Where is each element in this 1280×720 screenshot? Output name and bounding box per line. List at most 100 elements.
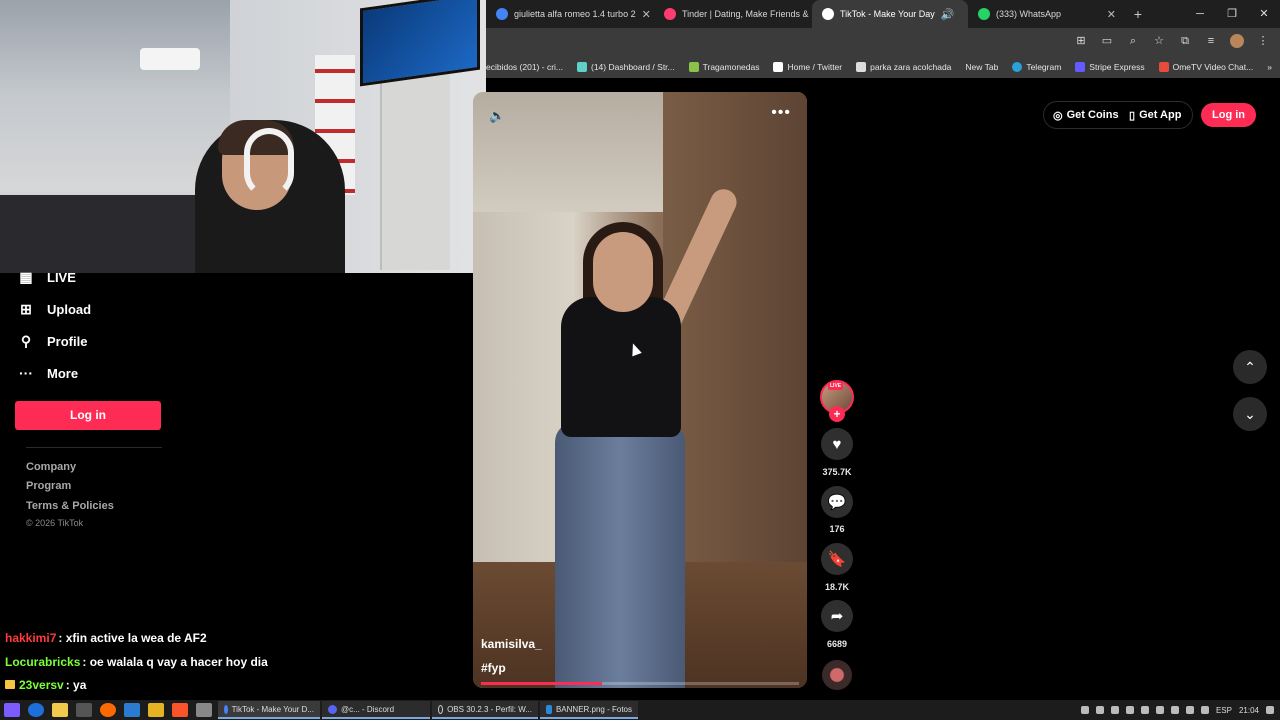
bookmark-item[interactable]: Tragamonedas	[688, 62, 759, 72]
whatsapp-icon	[978, 8, 990, 20]
close-tab-icon[interactable]: ✕	[1107, 8, 1116, 21]
tab-tiktok[interactable]: TikTok - Make Your Day 🔊 ✕	[812, 0, 968, 28]
close-tab-icon[interactable]: ✕	[642, 8, 651, 21]
extensions-icon[interactable]: ⧉	[1178, 34, 1192, 48]
explorer-icon[interactable]	[52, 703, 68, 717]
edge-icon[interactable]	[28, 703, 44, 717]
footer-link-company[interactable]: Company	[26, 461, 76, 473]
chat-message: 23versv: ya	[5, 678, 86, 692]
profile-icon: ⚲	[20, 332, 32, 349]
share-button[interactable]: ➦	[821, 600, 853, 632]
bookmark-star-icon[interactable]: ☆	[1152, 34, 1166, 48]
taskbar-app-tiktok[interactable]: TikTok - Make Your D...	[218, 701, 320, 719]
sidebar-item-profile[interactable]: ⚲ Profile	[18, 332, 88, 349]
comment-button[interactable]: 💬	[821, 486, 853, 518]
taskbar-app-obs[interactable]: OBS 30.2.3 - Perfil: W...	[432, 701, 538, 719]
save-button[interactable]: 🔖	[821, 543, 853, 575]
sidebar-item-live[interactable]: ▦ LIVE	[18, 269, 76, 285]
coin-icon: ◎	[1053, 109, 1063, 122]
bookmark-item[interactable]: parka zara acolchada	[856, 62, 951, 72]
mic-icon[interactable]	[1125, 706, 1134, 714]
tab-tinder[interactable]: Tinder | Dating, Make Friends & ✕	[654, 0, 812, 28]
share-count: 6689	[826, 639, 848, 649]
upload-icon: ⊞	[20, 300, 32, 317]
new-tab-button[interactable]: +	[1126, 6, 1150, 22]
sidebar-item-more[interactable]: ··· More	[18, 365, 78, 381]
chat-message: hakkimi7: xfin active la wea de AF2	[5, 631, 207, 645]
music-disc-icon[interactable]	[822, 660, 852, 690]
volume-icon[interactable]: 🔈	[489, 108, 505, 124]
get-app-button[interactable]: ▯ Get App	[1129, 103, 1181, 127]
start-icon[interactable]	[4, 703, 20, 717]
brave-icon[interactable]	[172, 703, 188, 717]
bookmark-icon: 🔖	[827, 551, 847, 568]
footer-link-program[interactable]: Program	[26, 480, 71, 492]
bookmark-item[interactable]: Home / Twitter	[773, 62, 842, 72]
tray-icon[interactable]	[1140, 706, 1149, 714]
x-twitter-icon	[773, 62, 784, 72]
sidebar-item-upload[interactable]: ⊞ Upload	[18, 301, 91, 317]
header-login-button[interactable]: Log in	[1201, 103, 1256, 127]
tray-icon[interactable]	[1110, 706, 1119, 714]
taskbar-app-discord[interactable]: @c... - Discord	[322, 701, 430, 719]
language-indicator[interactable]: ESP	[1216, 706, 1232, 715]
folder-icon[interactable]	[148, 703, 164, 717]
live-badge: LIVE	[828, 382, 844, 390]
previous-video-button[interactable]: ⌃	[1233, 350, 1267, 384]
video-progress-fill	[481, 682, 602, 685]
audio-icon[interactable]: 🔊	[941, 8, 955, 21]
tray-icon[interactable]	[1170, 706, 1179, 714]
like-button[interactable]: ♥	[821, 428, 853, 460]
bookmark-item[interactable]: ecibidos (201) - cri...	[486, 62, 563, 72]
more-bookmarks-icon[interactable]: »	[1267, 62, 1272, 72]
share-icon: ➦	[830, 608, 844, 625]
notification-icon[interactable]	[1266, 706, 1274, 714]
webcam-door	[380, 70, 450, 270]
chat-text: : xfin active la wea de AF2	[58, 631, 207, 645]
zoom-icon[interactable]: ⌕	[1126, 34, 1140, 48]
profile-avatar[interactable]	[1230, 34, 1244, 48]
headset	[244, 128, 294, 198]
get-coins-button[interactable]: ◎ Get Coins	[1053, 103, 1119, 127]
video-author[interactable]: kamisilva_	[481, 637, 542, 651]
tiktok-icon	[822, 8, 834, 20]
footer-link-terms[interactable]: Terms & Policies	[26, 500, 114, 512]
tray-icon[interactable]	[1080, 706, 1089, 714]
next-video-button[interactable]: ⌄	[1233, 397, 1267, 431]
divider	[26, 447, 162, 448]
webcam-desk	[0, 195, 200, 273]
video-hashtag[interactable]: #fyp	[481, 661, 506, 675]
bookmark-item[interactable]: New Tab	[965, 62, 998, 72]
tab-label: giulietta alfa romeo 1.4 turbo 2	[514, 9, 636, 19]
restore-icon[interactable]: ❐	[1216, 0, 1248, 28]
obs-icon	[438, 704, 444, 714]
volume-tray-icon[interactable]	[1200, 706, 1209, 714]
media-controls-icon[interactable]: ≡	[1204, 34, 1218, 48]
cast-icon[interactable]: ▭	[1100, 34, 1114, 48]
minimize-icon[interactable]: ─	[1184, 0, 1216, 28]
taskbar-app-photos[interactable]: BANNER.png - Fotos	[540, 701, 638, 719]
sidebar-login-button[interactable]: Log in	[15, 401, 161, 430]
bookmark-item[interactable]: Telegram	[1012, 62, 1061, 72]
firefox-icon[interactable]	[100, 703, 116, 717]
clock[interactable]: 21:04	[1239, 706, 1259, 715]
app-icon[interactable]	[76, 703, 92, 717]
video-more-icon[interactable]: •••	[771, 104, 791, 122]
bookmark-item[interactable]: OmeTV Video Chat...	[1158, 62, 1253, 72]
close-window-icon[interactable]: ✕	[1248, 0, 1280, 28]
tab-whatsapp[interactable]: (333) WhatsApp ✕	[968, 0, 1126, 28]
telegram-icon	[1012, 62, 1023, 72]
network-icon[interactable]	[1185, 706, 1194, 714]
translate-icon[interactable]: ⊞	[1074, 34, 1088, 48]
video-player[interactable]: 🔈 ••• kamisilva_ #fyp	[473, 92, 807, 688]
video-progress-bar[interactable]	[481, 682, 799, 685]
tray-icon[interactable]	[1155, 706, 1164, 714]
tray-icon[interactable]	[1095, 706, 1104, 714]
bookmark-item[interactable]: (14) Dashboard / Str...	[577, 62, 675, 72]
store-icon[interactable]	[124, 703, 140, 717]
menu-kebab-icon[interactable]: ⋮	[1256, 34, 1270, 48]
follow-button[interactable]: +	[829, 406, 845, 422]
tab-google-search[interactable]: giulietta alfa romeo 1.4 turbo 2 ✕	[486, 0, 654, 28]
bookmark-item[interactable]: Stripe Express	[1075, 62, 1145, 72]
mail-icon[interactable]	[196, 703, 212, 717]
